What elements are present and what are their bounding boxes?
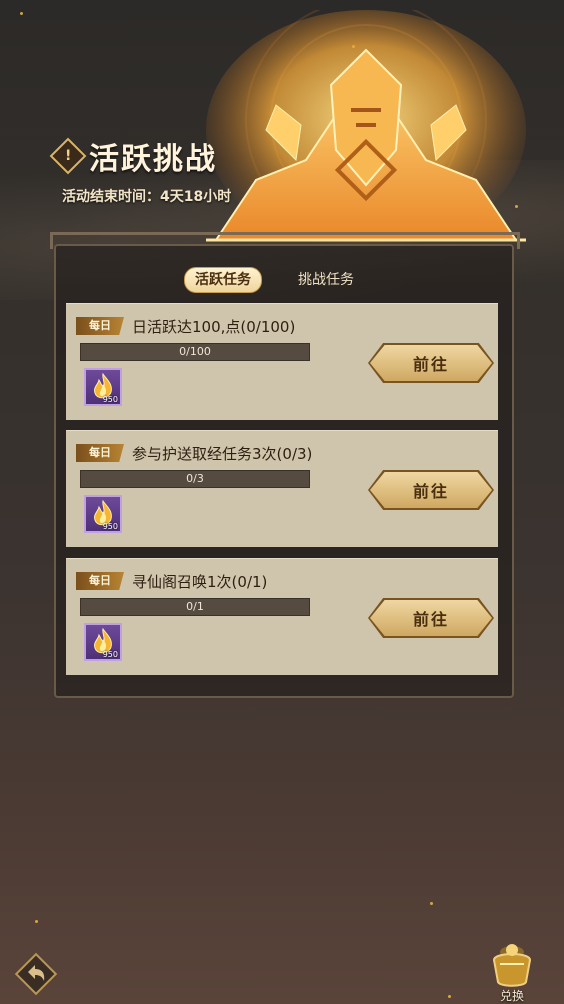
task-card: 每日 寻仙阁召唤1次(0/1) 0/1 950 前往 <box>66 558 498 675</box>
task-card: 每日 日活跃达100,点(0/100) 0/100 950 前往 <box>66 303 498 420</box>
tab-active-tasks[interactable]: 活跃任务 <box>184 267 262 293</box>
reward-item[interactable]: 950 <box>84 495 122 533</box>
ember-spark <box>448 995 451 998</box>
task-tabs: 活跃任务 挑战任务 <box>184 267 364 293</box>
progress-text: 0/100 <box>179 345 211 358</box>
daily-badge: 每日 <box>76 317 124 335</box>
reward-count: 950 <box>102 650 118 659</box>
tab-challenge-tasks[interactable]: 挑战任务 <box>288 268 364 292</box>
back-arrow-icon <box>14 952 58 996</box>
progress-text: 0/3 <box>186 472 204 485</box>
progress-text: 0/1 <box>186 600 204 613</box>
task-progress-bar: 0/1 <box>80 598 310 616</box>
reward-count: 950 <box>102 395 118 404</box>
daily-badge: 每日 <box>76 572 124 590</box>
exchange-label: 兑换 <box>499 989 524 1003</box>
page-title: 活跃挑战 <box>89 142 217 177</box>
goto-button[interactable]: 前往 <box>370 345 492 381</box>
task-card: 每日 参与护送取经任务3次(0/3) 0/3 950 前往 <box>66 430 498 547</box>
exchange-button[interactable]: 兑换 <box>482 942 542 1004</box>
golden-guardian-illustration <box>196 0 536 250</box>
ember-spark <box>20 12 23 15</box>
reward-count: 950 <box>102 522 118 531</box>
alert-icon: ! <box>49 137 87 175</box>
treasure-pot-icon <box>492 944 532 987</box>
reward-item[interactable]: 950 <box>84 623 122 661</box>
goto-button[interactable]: 前往 <box>370 600 492 636</box>
task-progress-bar: 0/100 <box>80 343 310 361</box>
task-progress-bar: 0/3 <box>80 470 310 488</box>
task-description: 寻仙阁召唤1次(0/1) <box>132 573 268 591</box>
task-description: 日活跃达100,点(0/100) <box>132 318 296 336</box>
back-button[interactable] <box>12 950 60 998</box>
task-description: 参与护送取经任务3次(0/3) <box>132 445 313 463</box>
daily-badge: 每日 <box>76 444 124 462</box>
reward-item[interactable]: 950 <box>84 368 122 406</box>
title-row: ! 活跃挑战 <box>49 134 217 178</box>
goto-button[interactable]: 前往 <box>370 472 492 508</box>
event-end-time: 活动结束时间：4天18小时 <box>62 189 232 205</box>
ember-spark <box>430 902 433 905</box>
ember-spark <box>35 920 38 923</box>
